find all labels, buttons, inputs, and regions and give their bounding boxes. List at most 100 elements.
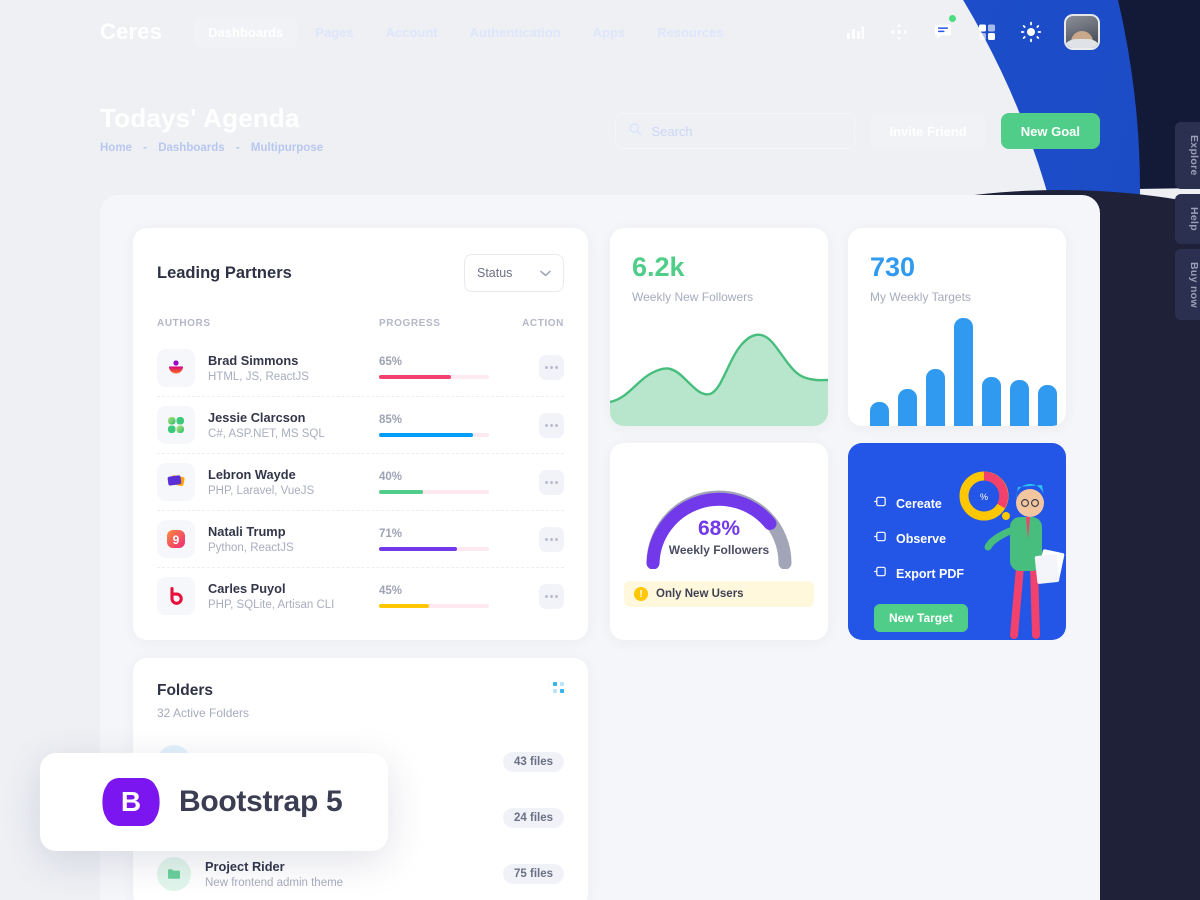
nav-item-pages[interactable]: Pages bbox=[301, 17, 367, 48]
partner-info: Jessie Clarcson C#, ASP.NET, MS SQL bbox=[208, 410, 379, 440]
targets-label: My Weekly Targets bbox=[870, 290, 971, 304]
nav-item-resources[interactable]: Resources bbox=[643, 17, 737, 48]
folder-file-count: 43 files bbox=[503, 752, 564, 772]
page-header: Todays' Agenda Home - Dashboards - Multi… bbox=[100, 103, 327, 154]
more-options-icon[interactable] bbox=[539, 469, 564, 495]
progress-value: 71% bbox=[379, 527, 403, 540]
weekly-followers-card: 6.2k Weekly New Followers bbox=[610, 228, 828, 426]
dribbble-icon bbox=[157, 348, 195, 387]
breadcrumb-sep-2: - bbox=[235, 142, 240, 154]
progress-bar bbox=[379, 432, 489, 437]
breadcrumb-dashboards[interactable]: Dashboards bbox=[158, 142, 224, 154]
progress-value: 45% bbox=[379, 584, 403, 597]
followers-value: 6.2k bbox=[632, 252, 685, 282]
new-goal-button[interactable]: New Goal bbox=[1000, 113, 1100, 149]
nav-item-account[interactable]: Account bbox=[372, 17, 452, 48]
rail-tab-explore[interactable]: Explore bbox=[1175, 122, 1200, 189]
leading-partners-header: Leading Partners Status bbox=[133, 228, 588, 292]
more-options-icon[interactable] bbox=[539, 526, 564, 552]
column-authors: AUTHORS bbox=[157, 318, 211, 329]
chat-icon[interactable] bbox=[932, 15, 956, 43]
leading-partners-rows: Brad Simmons HTML, JS, ReactJS 65% Jessi… bbox=[133, 339, 588, 624]
folders-subtitle: 32 Active Folders bbox=[157, 706, 250, 720]
bar-3 bbox=[926, 369, 945, 426]
user-avatar[interactable] bbox=[1064, 14, 1100, 50]
folder-info: Project Rider New frontend admin theme bbox=[205, 859, 503, 889]
partner-info: Lebron Wayde PHP, Laravel, VueJS bbox=[208, 467, 379, 497]
list-item[interactable]: Project Rider New frontend admin theme 7… bbox=[157, 846, 564, 900]
invite-friend-button[interactable]: Invite Friend bbox=[871, 113, 985, 149]
bloom-icon bbox=[157, 577, 195, 615]
chevron-down-icon bbox=[540, 266, 551, 280]
folder-desc: New frontend admin theme bbox=[205, 877, 344, 889]
weekly-followers-gauge-card: 68% Weekly Followers ! Only New Users bbox=[610, 443, 828, 640]
row-action bbox=[519, 469, 564, 495]
folder-file-count: 24 files bbox=[503, 808, 564, 828]
more-options-icon[interactable] bbox=[539, 583, 564, 609]
progress-value: 85% bbox=[379, 413, 403, 426]
illustration-character: % bbox=[959, 471, 1065, 639]
search-input[interactable] bbox=[651, 123, 843, 139]
more-options-icon[interactable] bbox=[539, 355, 564, 380]
bootstrap-letter: B bbox=[120, 786, 142, 817]
nine-icon: 9 bbox=[157, 520, 195, 558]
new-target-promo-card: Cereate Observe Export PDF New Target % bbox=[848, 443, 1066, 640]
nav-item-dashboards[interactable]: Dashboards bbox=[194, 16, 298, 48]
checkbox-icon bbox=[874, 565, 887, 583]
brand-logo[interactable]: Ceres bbox=[100, 19, 162, 45]
rail-tab-help[interactable]: Help bbox=[1175, 193, 1200, 244]
partner-progress: 40% bbox=[379, 471, 519, 494]
bar-4 bbox=[954, 318, 973, 426]
table-row[interactable]: Lebron Wayde PHP, Laravel, VueJS 40% bbox=[157, 453, 564, 510]
bar-1 bbox=[870, 402, 889, 426]
folder-file-count: 75 files bbox=[503, 864, 564, 884]
targets-bar-chart bbox=[870, 316, 1057, 426]
promo-label: Cereate bbox=[896, 497, 942, 511]
partner-name: Jessie Clarcson bbox=[208, 410, 306, 425]
bar-7 bbox=[1038, 385, 1057, 426]
search-icon bbox=[628, 122, 642, 141]
table-row[interactable]: 9 Natali Trump Python, ReactJS 71% bbox=[157, 510, 564, 567]
table-row[interactable]: Jessie Clarcson C#, ASP.NET, MS SQL 85% bbox=[157, 396, 564, 453]
partner-stack: PHP, Laravel, VueJS bbox=[208, 485, 315, 497]
table-row[interactable]: Brad Simmons HTML, JS, ReactJS 65% bbox=[157, 339, 564, 396]
partner-info: Carles Puyol PHP, SQLite, Artisan CLI bbox=[208, 581, 379, 611]
progress-bar bbox=[379, 603, 489, 608]
nav-item-authentication[interactable]: Authentication bbox=[456, 17, 575, 48]
grid-menu-icon[interactable] bbox=[553, 682, 564, 693]
partner-info: Natali Trump Python, ReactJS bbox=[208, 524, 379, 554]
compass-icon[interactable] bbox=[888, 21, 910, 43]
grid-icon[interactable] bbox=[976, 21, 998, 43]
progress-bar bbox=[379, 375, 489, 379]
bar-chart-icon[interactable] bbox=[844, 21, 866, 43]
warning-icon: ! bbox=[634, 587, 648, 601]
more-options-icon[interactable] bbox=[539, 412, 564, 438]
status-dropdown-label: Status bbox=[477, 266, 513, 280]
breadcrumb-home[interactable]: Home bbox=[100, 142, 132, 154]
rail-tab-buy-now[interactable]: Buy now bbox=[1175, 248, 1200, 321]
progress-bar bbox=[379, 489, 489, 494]
breadcrumb-multipurpose: Multipurpose bbox=[250, 142, 324, 154]
status-dropdown[interactable]: Status bbox=[464, 254, 564, 292]
svg-text:%: % bbox=[980, 492, 988, 502]
row-action bbox=[519, 412, 564, 438]
progress-value: 40% bbox=[379, 470, 403, 483]
row-action bbox=[519, 526, 564, 552]
bootstrap-label: Bootstrap 5 bbox=[179, 785, 343, 818]
gauge-value: 68% bbox=[697, 517, 741, 540]
weekly-targets-card: 730 My Weekly Targets bbox=[848, 228, 1066, 426]
right-rail: Explore Help Buy now bbox=[1175, 122, 1200, 325]
bar-6 bbox=[1010, 380, 1029, 426]
promo-label: Observe bbox=[896, 532, 947, 546]
search-box[interactable] bbox=[615, 113, 856, 149]
partner-stack: Python, ReactJS bbox=[208, 542, 294, 554]
nav-item-apps[interactable]: Apps bbox=[579, 17, 640, 48]
bootstrap-logo-icon: B bbox=[105, 778, 157, 826]
breadcrumb-sep-1: - bbox=[143, 142, 147, 154]
table-row[interactable]: Carles Puyol PHP, SQLite, Artisan CLI 45… bbox=[157, 567, 564, 624]
partner-stack: C#, ASP.NET, MS SQL bbox=[208, 428, 325, 440]
sun-icon[interactable] bbox=[1020, 21, 1042, 43]
checkbox-icon bbox=[874, 495, 887, 513]
progress-bar bbox=[379, 546, 489, 551]
breadcrumb: Home - Dashboards - Multipurpose bbox=[100, 142, 327, 154]
